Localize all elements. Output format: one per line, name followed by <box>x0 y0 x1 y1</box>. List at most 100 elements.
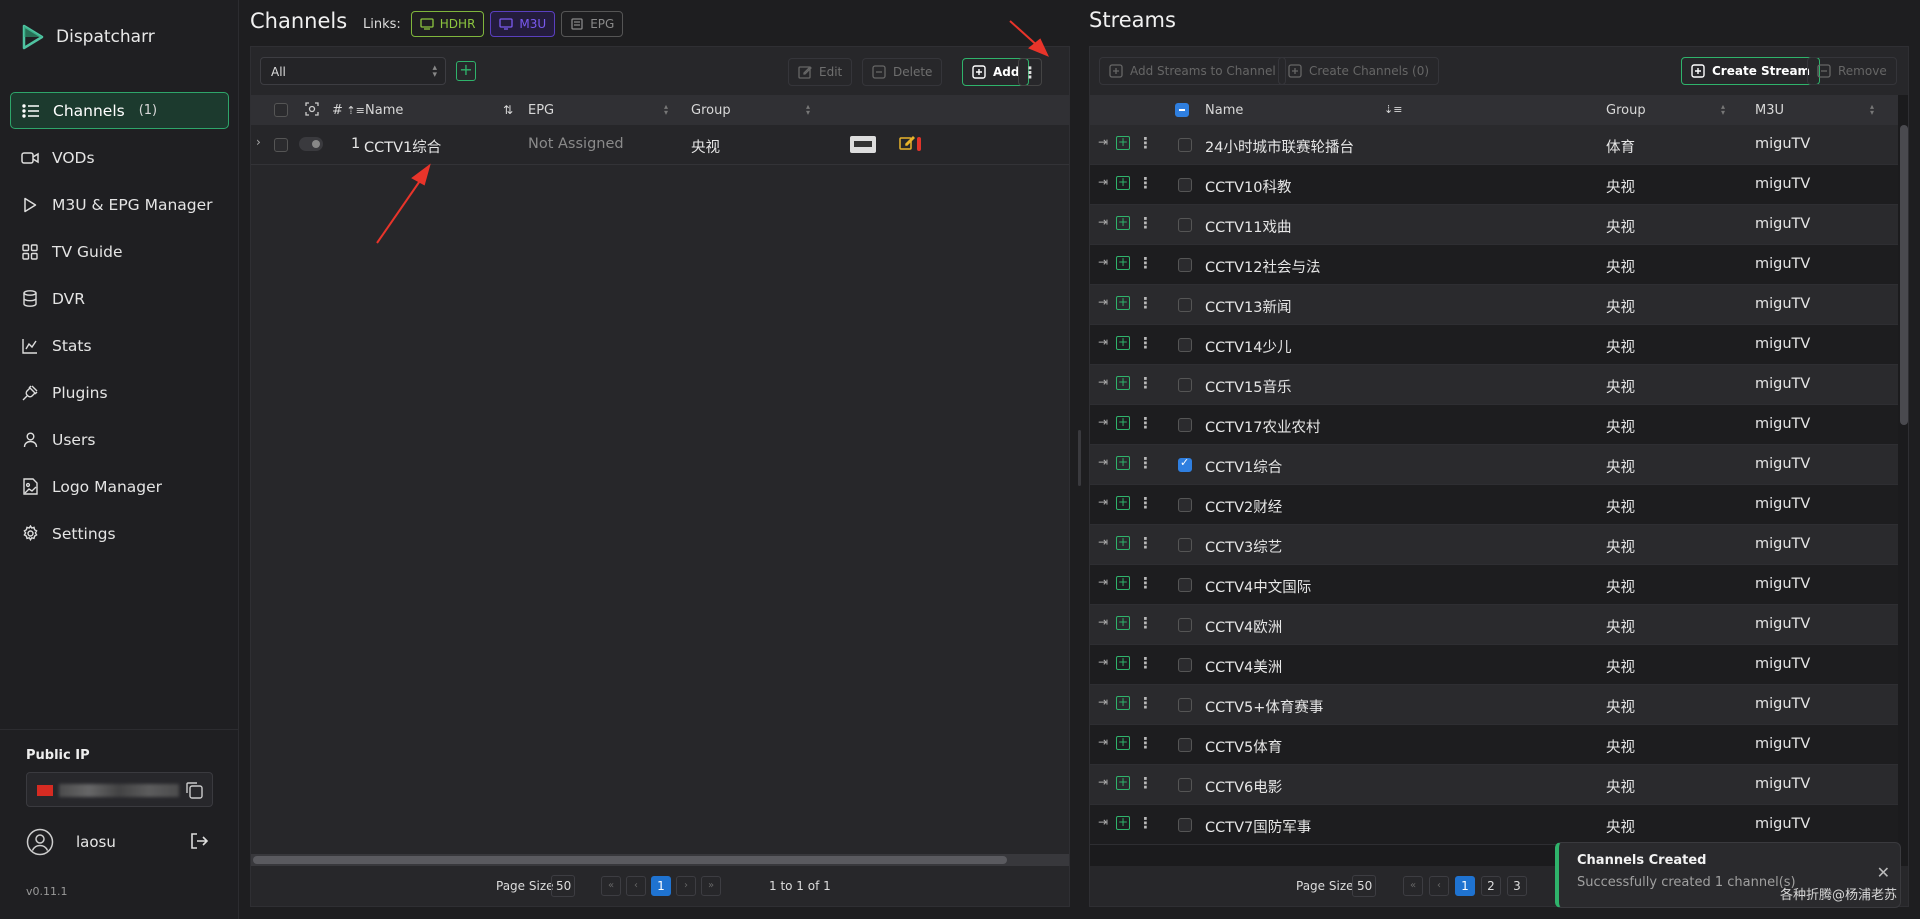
scan-icon[interactable] <box>305 102 319 120</box>
sidebar-item-users[interactable]: Users <box>10 421 229 458</box>
add-to-channel-arrow-icon[interactable]: ⇥ <box>1098 335 1108 349</box>
expand-chevron-icon[interactable]: › <box>256 135 261 149</box>
add-to-channel-arrow-icon[interactable]: ⇥ <box>1098 135 1108 149</box>
panel-resize-handle[interactable] <box>1078 430 1081 486</box>
sidebar-item-vods[interactable]: VODs <box>10 139 229 176</box>
row-menu-dots-icon[interactable]: ⋮ <box>1138 694 1153 712</box>
first-page-icon[interactable]: « <box>601 876 621 896</box>
row-menu-dots-icon[interactable]: ⋮ <box>1138 654 1153 672</box>
add-to-channel-arrow-icon[interactable]: ⇥ <box>1098 735 1108 749</box>
add-to-channel-arrow-icon[interactable]: ⇥ <box>1098 215 1108 229</box>
horizontal-scrollbar[interactable] <box>251 854 1069 866</box>
close-icon[interactable]: ✕ <box>1877 863 1890 882</box>
row-menu-dots-icon[interactable]: ⋮ <box>1138 774 1153 792</box>
row-menu-dots-icon[interactable]: ⋮ <box>1138 574 1153 592</box>
sidebar-item-plugins[interactable]: Plugins <box>10 374 229 411</box>
row-checkbox[interactable] <box>1178 778 1192 792</box>
create-channel-plus-icon[interactable]: + <box>1116 616 1130 630</box>
hdhr-link-button[interactable]: HDHR <box>410 11 485 37</box>
create-channel-plus-icon[interactable]: + <box>1116 256 1130 270</box>
logout-icon[interactable] <box>189 832 209 854</box>
table-row[interactable]: ⇥ + ⋮ CCTV7国防军事 央视 miguTV <box>1090 805 1898 845</box>
add-to-channel-arrow-icon[interactable]: ⇥ <box>1098 295 1108 309</box>
add-to-channel-arrow-icon[interactable]: ⇥ <box>1098 535 1108 549</box>
edit-icon[interactable] <box>899 135 916 155</box>
stream-name-column-header[interactable]: Name <box>1205 103 1243 118</box>
row-checkbox[interactable] <box>1178 738 1192 752</box>
row-menu-dots-icon[interactable]: ⋮ <box>1138 454 1153 472</box>
sidebar-item-settings[interactable]: Settings <box>10 515 229 552</box>
row-checkbox[interactable] <box>1178 578 1192 592</box>
row-menu-dots-icon[interactable]: ⋮ <box>1138 374 1153 392</box>
table-row[interactable]: ⇥ + ⋮ CCTV11戏曲 央视 miguTV <box>1090 205 1898 245</box>
m3u-link-button[interactable]: M3U <box>490 11 556 37</box>
chevron-up-down-icon[interactable]: ▴ ▾ <box>664 103 668 117</box>
row-menu-dots-icon[interactable]: ⋮ <box>1138 814 1153 832</box>
row-menu-dots-icon[interactable]: ⋮ <box>1138 414 1153 432</box>
last-page-icon[interactable]: » <box>701 876 721 896</box>
chevron-up-down-icon[interactable]: ▴ ▾ <box>1870 103 1874 117</box>
add-to-channel-arrow-icon[interactable]: ⇥ <box>1098 575 1108 589</box>
table-row[interactable]: ⇥ + ⋮ CCTV10科教 央视 miguTV <box>1090 165 1898 205</box>
remove-button[interactable]: Remove <box>1807 57 1897 85</box>
sidebar-item-channels[interactable]: Channels (1) <box>10 92 229 129</box>
vertical-scrollbar[interactable] <box>1900 125 1908 425</box>
add-to-channel-arrow-icon[interactable]: ⇥ <box>1098 255 1108 269</box>
table-row[interactable]: ⇥ + ⋮ CCTV5+体育赛事 央视 miguTV <box>1090 685 1898 725</box>
row-checkbox[interactable] <box>1178 338 1192 352</box>
enabled-toggle[interactable] <box>299 137 323 151</box>
create-channels-button[interactable]: Create Channels (0) <box>1278 57 1440 85</box>
channel-filter-select[interactable]: All ▴ ▾ <box>260 57 446 85</box>
add-to-channel-arrow-icon[interactable]: ⇥ <box>1098 415 1108 429</box>
create-channel-plus-icon[interactable]: + <box>1116 736 1130 750</box>
add-to-channel-arrow-icon[interactable]: ⇥ <box>1098 815 1108 829</box>
add-to-channel-arrow-icon[interactable]: ⇥ <box>1098 175 1108 189</box>
prev-page-icon[interactable]: ‹ <box>1429 876 1449 896</box>
row-checkbox[interactable] <box>1178 138 1192 152</box>
row-checkbox[interactable] <box>274 138 288 152</box>
scrollbar-thumb[interactable] <box>253 856 1007 864</box>
table-row[interactable]: ⇥ + ⋮ CCTV3综艺 央视 miguTV <box>1090 525 1898 565</box>
row-checkbox[interactable] <box>1178 178 1192 192</box>
table-row[interactable]: ⇥ + ⋮ CCTV4欧洲 央视 miguTV <box>1090 605 1898 645</box>
add-to-channel-arrow-icon[interactable]: ⇥ <box>1098 375 1108 389</box>
create-channel-plus-icon[interactable]: + <box>1116 136 1130 150</box>
row-menu-dots-icon[interactable]: ⋮ <box>1138 174 1153 192</box>
stream-group-column-header[interactable]: Group <box>1606 103 1646 118</box>
table-row[interactable]: ⇥ + ⋮ CCTV2财经 央视 miguTV <box>1090 485 1898 525</box>
row-menu-dots-icon[interactable]: ⋮ <box>1138 134 1153 152</box>
table-row[interactable]: ⇥ + ⋮ CCTV5体育 央视 miguTV <box>1090 725 1898 765</box>
row-checkbox[interactable]: ✓ <box>1178 456 1192 472</box>
page-button-3[interactable]: 3 <box>1507 876 1527 896</box>
delete-button[interactable]: Delete <box>862 58 943 86</box>
epg-link-button[interactable]: EPG <box>561 11 624 37</box>
sidebar-item-tv-guide[interactable]: TV Guide <box>10 233 229 270</box>
edit-button[interactable]: Edit <box>788 58 853 86</box>
table-row[interactable]: ⇥ + ⋮ 24小时城市联赛轮播台 体育 miguTV <box>1090 125 1898 165</box>
row-menu-dots-icon[interactable]: ⋮ <box>1138 334 1153 352</box>
table-row[interactable]: ⇥ + ⋮ CCTV14少儿 央视 miguTV <box>1090 325 1898 365</box>
select-all-checkbox[interactable] <box>274 103 288 117</box>
row-checkbox[interactable] <box>1178 618 1192 632</box>
group-column-header[interactable]: Group <box>691 103 731 118</box>
page-button-1[interactable]: 1 <box>1455 876 1475 896</box>
table-row[interactable]: ⇥ + ⋮ CCTV13新闻 央视 miguTV <box>1090 285 1898 325</box>
row-menu-dots-icon[interactable]: ⋮ <box>1138 294 1153 312</box>
stream-m3u-column-header[interactable]: M3U <box>1755 103 1784 118</box>
row-checkbox[interactable] <box>1178 498 1192 512</box>
row-checkbox[interactable] <box>1178 658 1192 672</box>
sidebar-item-m3u-epg-manager[interactable]: M3U & EPG Manager <box>10 186 229 223</box>
add-to-channel-arrow-icon[interactable]: ⇥ <box>1098 695 1108 709</box>
add-streams-to-channel-button[interactable]: Add Streams to Channel <box>1099 57 1286 85</box>
row-checkbox[interactable] <box>1178 298 1192 312</box>
add-to-channel-arrow-icon[interactable]: ⇥ <box>1098 615 1108 629</box>
prev-page-icon[interactable]: ‹ <box>626 876 646 896</box>
create-channel-plus-icon[interactable]: + <box>1116 656 1130 670</box>
create-channel-plus-icon[interactable]: + <box>1116 456 1130 470</box>
copy-icon[interactable] <box>184 780 204 804</box>
row-menu-dots-icon[interactable]: ⋮ <box>1138 734 1153 752</box>
brand[interactable]: Dispatcharr <box>22 24 155 50</box>
create-channel-plus-icon[interactable]: + <box>1116 336 1130 350</box>
create-channel-plus-icon[interactable]: + <box>1116 376 1130 390</box>
add-to-channel-arrow-icon[interactable]: ⇥ <box>1098 655 1108 669</box>
